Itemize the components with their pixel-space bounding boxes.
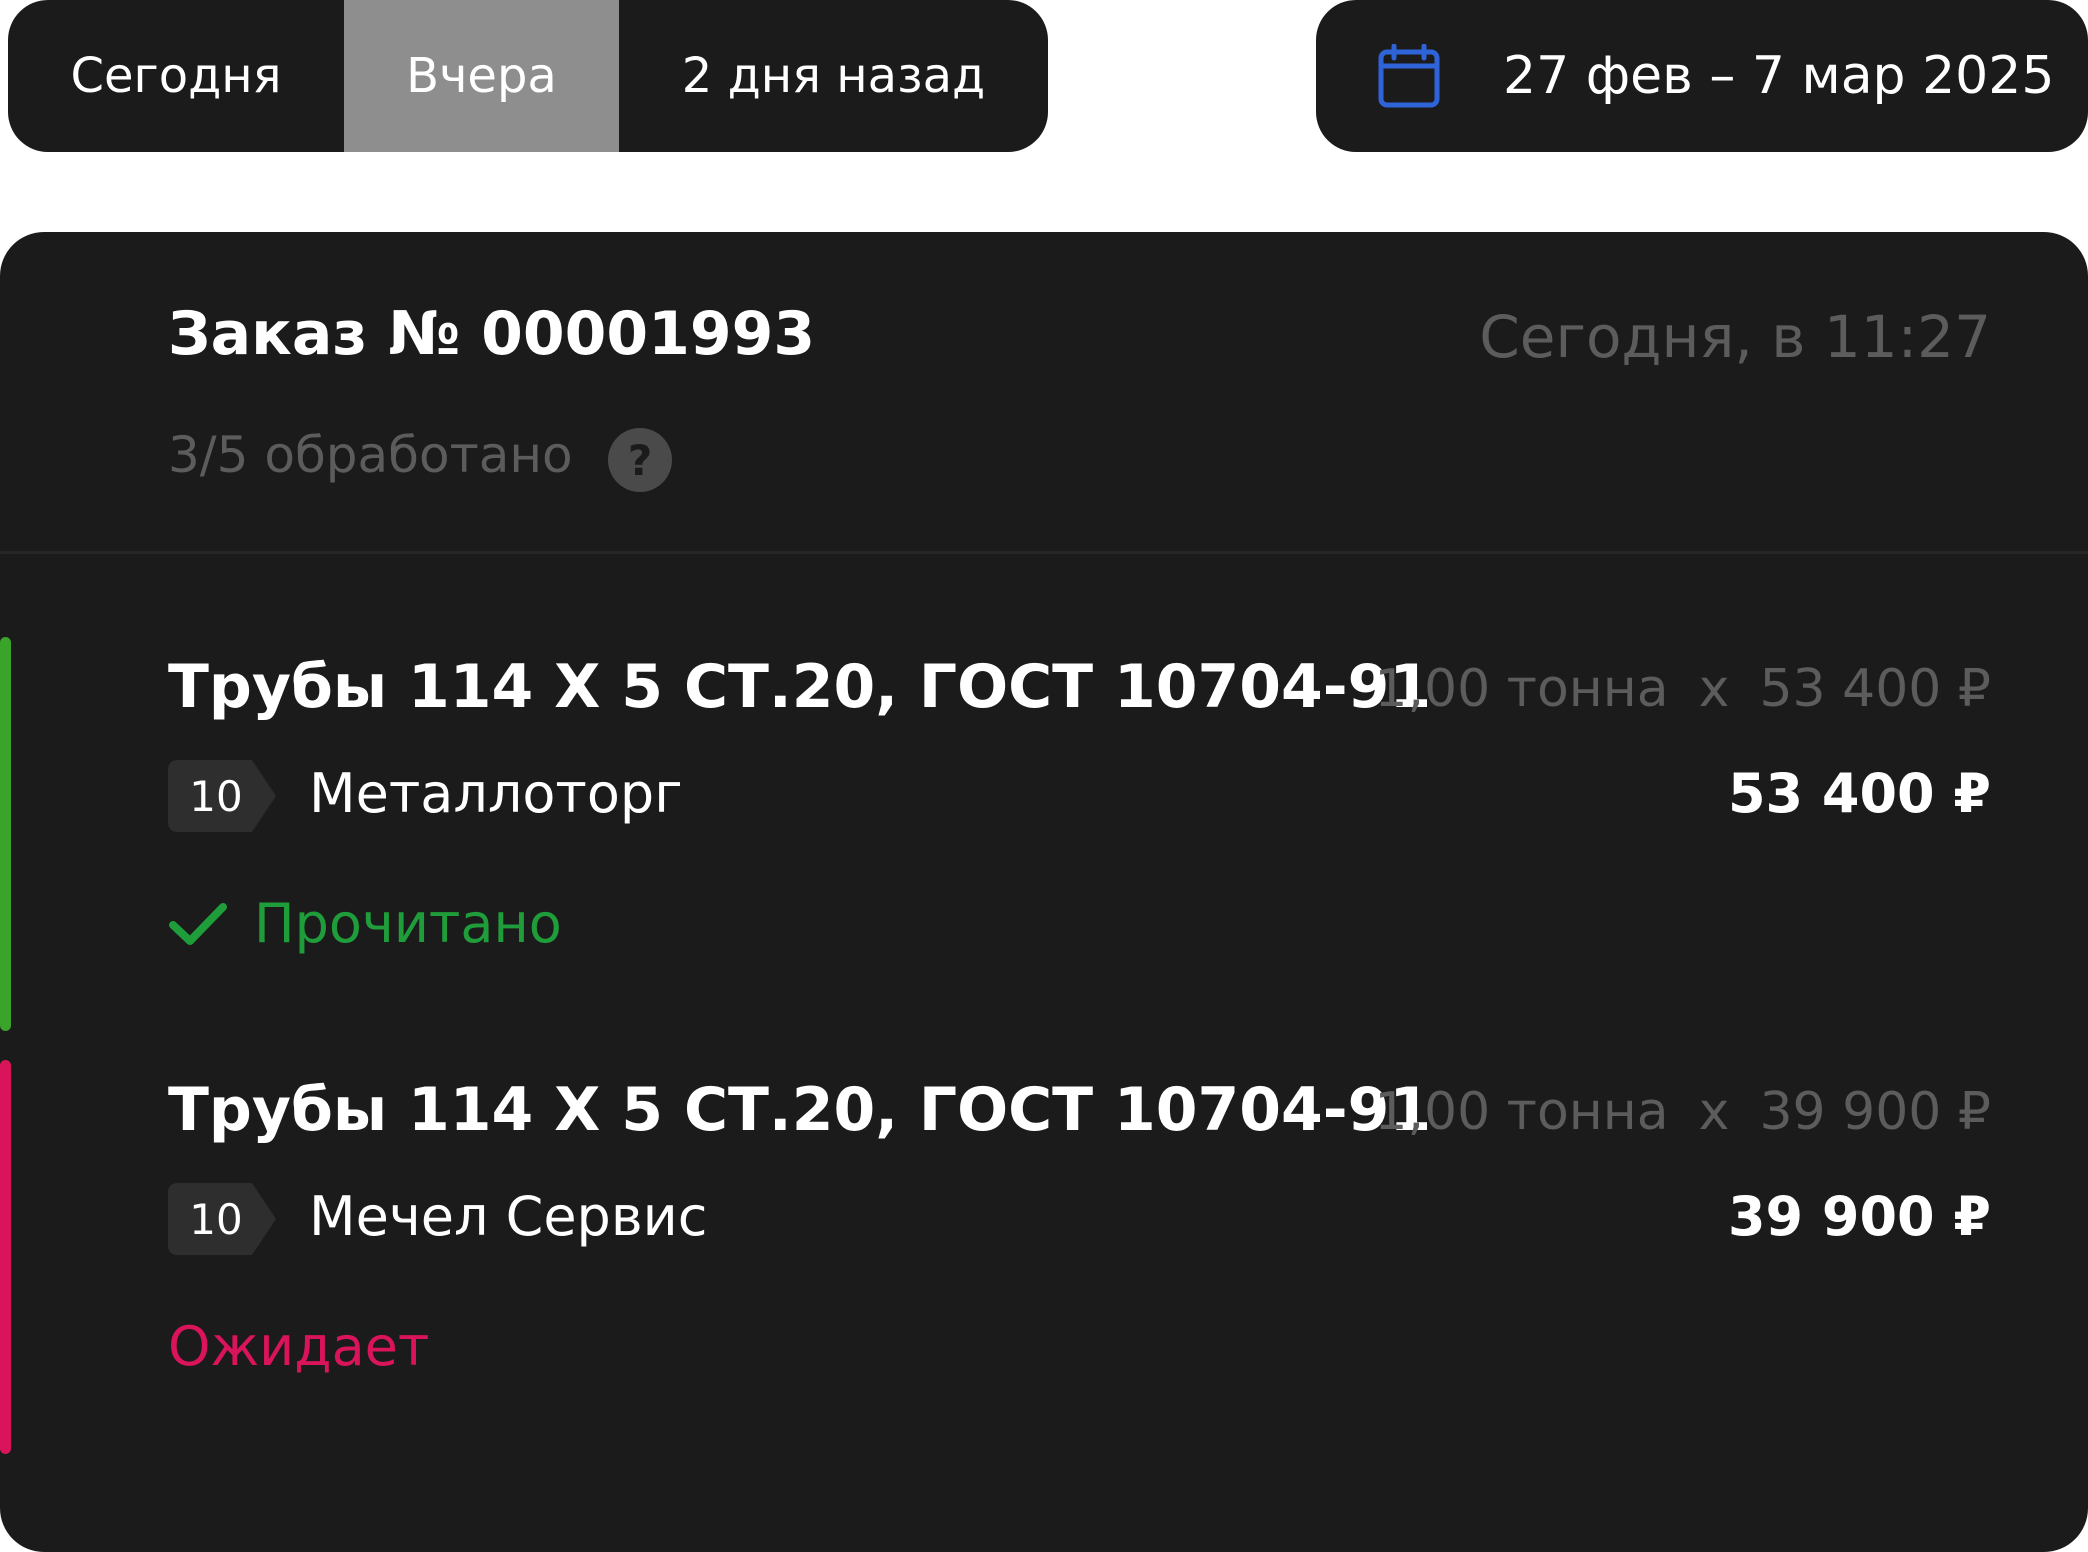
status-indicator-bar [0,637,11,1031]
item-name: Трубы 114 Х 5 СТ.20, ГОСТ 10704-91 [168,1075,1432,1145]
supplier-rating-value: 10 [189,771,243,821]
item-status: Прочитано [168,897,562,951]
order-timestamp: Сегодня, в 11:27 [1479,303,1991,371]
date-range-text: 27 фев – 7 мар 2025 [1503,46,2055,106]
multiply-sign: x [1698,1082,1730,1142]
item-status-text: Ожидает [168,1315,430,1378]
item-total: 39 900 ₽ [1727,1185,1991,1248]
processed-count: 3/5 обработано [168,426,573,484]
status-indicator-bar [0,1060,11,1454]
check-icon [169,903,227,945]
item-quantity-price: 1,00 тонна x 39 900 ₽ [1374,1086,1991,1138]
help-icon[interactable]: ? [608,428,672,492]
order-card: Заказ № 00001993 Сегодня, в 11:27 3/5 об… [0,232,2088,1552]
item-quantity: 1,00 тонна [1374,659,1669,719]
multiply-sign: x [1698,659,1730,719]
date-range-picker[interactable]: 27 фев – 7 мар 2025 [1316,0,2088,152]
item-status-text: Прочитано [254,892,562,955]
filter-today-button[interactable]: Сегодня [8,0,344,152]
supplier-rating-badge: 10 [168,1183,276,1255]
item-total: 53 400 ₽ [1727,762,1991,825]
item-quantity-price: 1,00 тонна x 53 400 ₽ [1374,663,1991,715]
filter-yesterday-button[interactable]: Вчера [344,0,619,152]
supplier-name[interactable]: Металлоторг [309,767,683,821]
date-filter-segmented-control: Сегодня Вчера 2 дня назад [8,0,1048,152]
filter-two-days-ago-button[interactable]: 2 дня назад [619,0,1048,152]
item-quantity: 1,00 тонна [1374,1082,1669,1142]
item-unit-price: 39 900 ₽ [1759,1082,1991,1142]
item-name: Трубы 114 Х 5 СТ.20, ГОСТ 10704-91 [168,652,1432,722]
order-item[interactable]: Трубы 114 Х 5 СТ.20, ГОСТ 10704-91 1,00 … [0,637,2088,1035]
calendar-icon [1378,44,1440,108]
item-unit-price: 53 400 ₽ [1759,659,1991,719]
supplier-name[interactable]: Мечел Сервис [309,1190,707,1244]
order-title: Заказ № 00001993 [168,299,816,369]
header-divider [0,551,2088,554]
item-status: Ожидает [168,1320,429,1374]
order-item[interactable]: Трубы 114 Х 5 СТ.20, ГОСТ 10704-91 1,00 … [0,1060,2088,1458]
supplier-rating-value: 10 [189,1194,243,1244]
supplier-rating-badge: 10 [168,760,276,832]
